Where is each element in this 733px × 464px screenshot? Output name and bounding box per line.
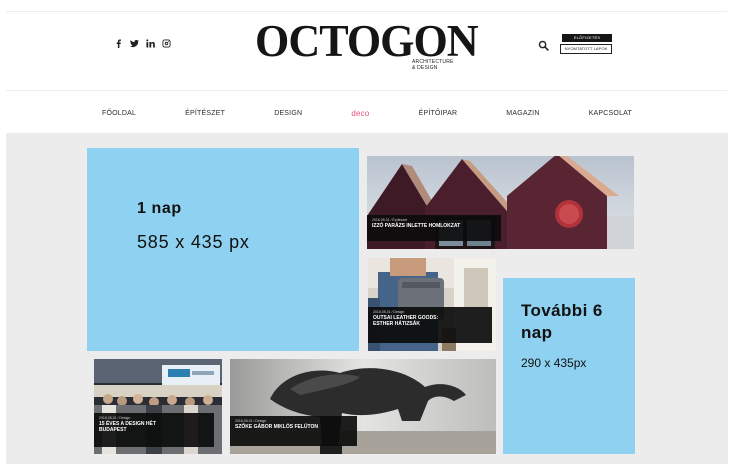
instagram-icon[interactable] — [162, 39, 171, 48]
ad-placeholder-main[interactable]: 1 nap 585 x 435 px — [87, 148, 359, 351]
article-card-bag[interactable]: 2016.05.31 / Design OUTSAI LEATHER GOODS… — [368, 258, 496, 351]
article-caption-sculpture: 2016.05.31 / Design SZŐKE GÁBOR MIKLÓS F… — [230, 416, 357, 446]
article-card-event[interactable]: 2016.05.31 / Design 15 ÉVES A DESIGN HÉT… — [94, 359, 222, 454]
nav-item-design[interactable]: Design — [274, 110, 302, 117]
ad-side-title: További 6 nap — [521, 301, 603, 342]
social-links — [114, 39, 171, 48]
search-icon[interactable] — [538, 40, 549, 51]
subscribe-button[interactable]: ELŐFIZETÉS — [562, 34, 612, 42]
twitter-icon[interactable] — [130, 39, 139, 48]
ad-placeholder-side[interactable]: További 6 nap 290 x 435px — [503, 278, 635, 454]
article-card-house[interactable]: 2016.05.31 / Építészet IZZÓ PARÁZS INLET… — [367, 156, 634, 249]
ad-main-title: 1 nap — [137, 200, 182, 217]
article-title-line2[interactable]: ESTHER HÁTIZSÁK — [373, 321, 487, 327]
nav-item-magazin[interactable]: Magazin — [506, 110, 539, 117]
ad-side-size: 290 x 435px — [521, 356, 587, 370]
nav-item-epiteszet[interactable]: Építészet — [185, 110, 225, 117]
logo-wordmark: OCTOGON — [255, 16, 479, 66]
article-caption-house: 2016.05.31 / Építészet IZZÓ PARÁZS INLET… — [367, 215, 501, 241]
nav-item-fooldal[interactable]: Főoldal — [102, 110, 136, 117]
article-caption-event: 2016.05.31 / Design 15 ÉVES A DESIGN HÉT… — [94, 413, 214, 447]
site-logo[interactable]: OCTOGON ARCHITECTURE & DESIGN — [255, 16, 479, 79]
nav-item-epitoipar[interactable]: Építőipar — [419, 110, 458, 117]
article-caption-bag: 2016.05.31 / Design OUTSAI LEATHER GOODS… — [368, 307, 492, 343]
logo-tagline: ARCHITECTURE & DESIGN — [412, 59, 454, 71]
nav-divider — [6, 90, 727, 91]
nav-item-kapcsolat[interactable]: Kapcsolat — [589, 110, 632, 117]
article-title[interactable]: SZŐKE GÁBOR MIKLÓS FELÜTON — [235, 424, 352, 430]
facebook-icon[interactable] — [114, 39, 123, 48]
ad-main-size: 585 x 435 px — [137, 232, 250, 252]
logo-tagline-line2: & DESIGN — [412, 65, 438, 71]
nav-item-deco[interactable]: deco — [351, 109, 369, 118]
main-nav: Főoldal Építészet Design deco Építőipar … — [102, 108, 632, 118]
printed-issues-button[interactable]: NYOMTATOTT LAPOK — [560, 44, 612, 54]
header-buttons: ELŐFIZETÉS NYOMTATOTT LAPOK — [560, 34, 612, 54]
top-divider — [6, 11, 727, 12]
article-title[interactable]: IZZÓ PARÁZS INLETTE HOMLOKZAT — [372, 223, 496, 229]
page: OCTOGON ARCHITECTURE & DESIGN ELŐFIZETÉS… — [0, 0, 733, 464]
article-title-line2[interactable]: BUDAPEST — [99, 427, 209, 433]
article-card-sculpture[interactable]: 2016.05.31 / Design SZŐKE GÁBOR MIKLÓS F… — [230, 359, 496, 454]
linkedin-icon[interactable] — [146, 39, 155, 48]
